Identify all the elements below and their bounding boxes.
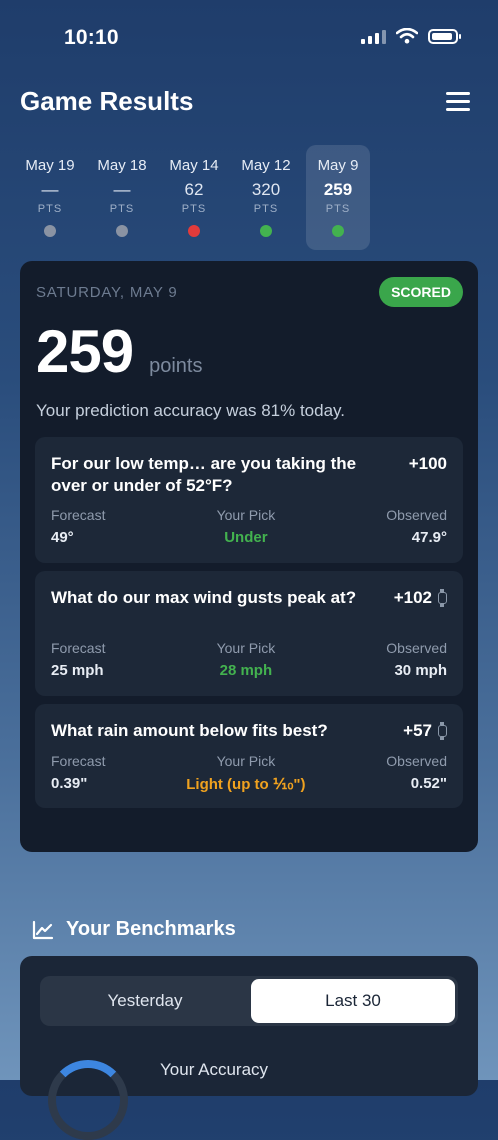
tab-last-30[interactable]: Last 30 — [251, 979, 455, 1023]
pts-label: PTS — [37, 203, 63, 215]
battery-icon — [428, 28, 461, 44]
pts-label: PTS — [253, 203, 279, 215]
observed-value: 47.9° — [411, 529, 447, 546]
benchmarks-card: Yesterday Last 30 Your Accuracy — [20, 956, 478, 1140]
wifi-icon — [396, 28, 418, 44]
observed-label: Observed — [386, 753, 447, 769]
tab-yesterday[interactable]: Yesterday — [43, 979, 247, 1023]
benchmarks-header: Your Benchmarks — [32, 918, 236, 941]
pick-column: Your Pick Under — [217, 507, 276, 546]
question-card[interactable]: For our low temp… are you taking the ove… — [35, 437, 463, 563]
date-selector: May 19 — PTS May 18 — PTS May 14 62 PTS … — [18, 145, 370, 250]
pick-value: Under — [224, 529, 268, 546]
forecast-label: Forecast — [51, 753, 106, 769]
question-text: What do our max wind gusts peak at? — [51, 588, 357, 607]
forecast-column: Forecast 25 mph — [51, 640, 105, 679]
forecast-value: 49° — [51, 529, 74, 546]
date-tab-may-19[interactable]: May 19 — PTS — [18, 145, 82, 250]
status-time: 10:10 — [64, 26, 119, 49]
observed-value: 0.52" — [410, 775, 447, 792]
date-points: 259 — [323, 180, 353, 199]
date-points: — — [113, 180, 131, 199]
pick-value: Light (up to ⅒") — [186, 776, 306, 793]
question-points: +100 — [409, 454, 447, 474]
page-title: Game Results — [20, 86, 194, 116]
pick-column: Your Pick Light (up to ⅒") — [186, 753, 305, 793]
observed-value: 30 mph — [394, 662, 447, 679]
forecast-label: Forecast — [51, 640, 106, 656]
pts-label: PTS — [325, 203, 351, 215]
status-dot — [44, 225, 56, 237]
date-tab-may-9[interactable]: May 9 259 PTS — [306, 145, 370, 250]
pts-label: PTS — [109, 203, 135, 215]
result-date: SATURDAY, MAY 9 — [36, 284, 178, 301]
question-details: Forecast 49° Your Pick Under Observed 47… — [51, 507, 447, 546]
status-dot — [188, 225, 200, 237]
hamburger-menu-icon[interactable] — [446, 92, 470, 112]
forecast-column: Forecast 49° — [51, 507, 105, 546]
your-accuracy-label: Your Accuracy — [160, 1060, 269, 1079]
points-value: +102 — [393, 588, 432, 607]
pick-label: Your Pick — [216, 507, 276, 523]
watch-icon — [438, 722, 447, 740]
date-points: 62 — [184, 180, 204, 199]
benchmarks-title: Your Benchmarks — [66, 918, 236, 940]
date-label: May 14 — [169, 157, 219, 174]
date-label: May 19 — [25, 157, 75, 174]
question-card[interactable]: What do our max wind gusts peak at? +102… — [35, 571, 463, 696]
question-points: +102 — [394, 588, 447, 608]
accuracy-text: Your prediction accuracy was 81% today. — [36, 401, 346, 420]
result-card: SATURDAY, MAY 9 SCORED 259 points Your p… — [20, 261, 478, 852]
question-text: For our low temp… are you taking the ove… — [51, 454, 357, 495]
pick-column: Your Pick 28 mph — [217, 640, 276, 679]
status-dot — [332, 225, 344, 237]
period-segmented-control: Yesterday Last 30 — [40, 976, 458, 1026]
score-unit: points — [149, 355, 203, 377]
forecast-value: 0.39" — [51, 775, 88, 792]
score-display: 259 points — [36, 317, 202, 386]
question-points: +57 — [403, 721, 447, 741]
question-text: What rain amount below fits best? — [51, 721, 328, 740]
observed-label: Observed — [386, 507, 447, 523]
status-dot — [116, 225, 128, 237]
observed-label: Observed — [386, 640, 447, 656]
observed-column: Observed 30 mph — [386, 640, 447, 679]
observed-column: Observed 47.9° — [386, 507, 447, 546]
points-value: +100 — [408, 454, 447, 473]
forecast-column: Forecast 0.39" — [51, 753, 105, 793]
date-label: May 18 — [97, 157, 147, 174]
status-icons — [361, 28, 461, 44]
status-dot — [260, 225, 272, 237]
forecast-value: 25 mph — [51, 662, 104, 679]
status-bar: 10:10 — [0, 0, 498, 76]
date-label: May 12 — [241, 157, 291, 174]
date-label: May 9 — [317, 157, 359, 174]
pick-label: Your Pick — [216, 753, 276, 769]
score-value: 259 — [36, 318, 134, 385]
cellular-signal-icon — [361, 28, 386, 44]
question-card[interactable]: What rain amount below fits best? +57 Fo… — [35, 704, 463, 808]
accuracy-ring — [48, 1060, 128, 1140]
date-points: 320 — [251, 180, 281, 199]
question-details: Forecast 0.39" Your Pick Light (up to ⅒"… — [51, 753, 447, 793]
trend-chart-icon — [32, 920, 54, 939]
points-value: +57 — [403, 721, 432, 740]
pick-label: Your Pick — [216, 640, 276, 656]
pick-value: 28 mph — [219, 662, 273, 679]
observed-column: Observed 0.52" — [386, 753, 447, 793]
pts-label: PTS — [181, 203, 207, 215]
question-details: Forecast 25 mph Your Pick 28 mph Observe… — [51, 640, 447, 679]
date-points: — — [41, 180, 59, 199]
date-tab-may-14[interactable]: May 14 62 PTS — [162, 145, 226, 250]
watch-icon — [438, 589, 447, 607]
date-tab-may-12[interactable]: May 12 320 PTS — [234, 145, 298, 250]
forecast-label: Forecast — [51, 507, 106, 523]
status-badge: SCORED — [379, 277, 463, 307]
date-tab-may-18[interactable]: May 18 — PTS — [90, 145, 154, 250]
page-header: Game Results — [20, 84, 478, 120]
